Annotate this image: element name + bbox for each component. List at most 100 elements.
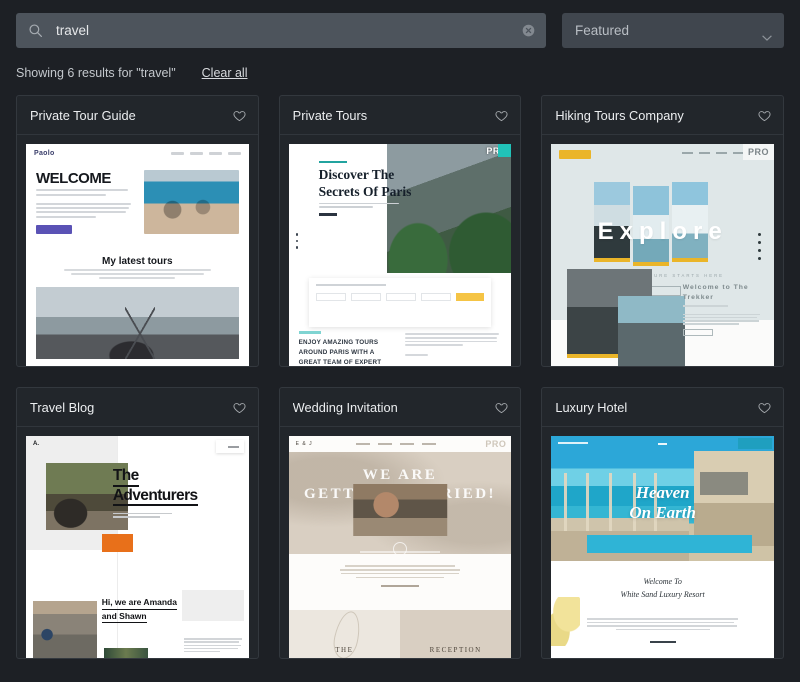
preview-paragraph	[682, 305, 763, 325]
card-thumbnail-area: PRO Explore YOUR ADVENTURE STARTS HERE W…	[542, 135, 783, 366]
template-card[interactable]: Private Tour Guide Paolo WELCOME My late…	[16, 95, 259, 367]
heart-outline-icon[interactable]	[233, 401, 246, 414]
preview-heading: Explore	[597, 217, 728, 245]
preview-heading-line1: Heaven	[635, 482, 690, 502]
preview-heading-line1: WE ARE	[362, 466, 438, 483]
card-title: Luxury Hotel	[555, 399, 628, 415]
preview-lower-right	[405, 331, 501, 366]
preview-section-heading: My latest tours	[102, 256, 173, 267]
preview-discover-button	[649, 641, 676, 644]
preview-logo: Paolo	[34, 150, 55, 157]
preview-footer-right: RECEPTION	[400, 609, 512, 658]
preview-menu-button	[215, 440, 244, 453]
preview-form-submit	[456, 292, 485, 301]
template-card[interactable]: Hiking Tours Company PRO Explore YOUR AD…	[541, 95, 784, 367]
pro-badge: PRO	[742, 144, 774, 160]
template-card[interactable]: Luxury Hotel PRO	[541, 387, 784, 659]
card-header: Hiking Tours Company	[542, 96, 783, 135]
search-field-wrapper[interactable]	[16, 13, 546, 48]
search-input[interactable]	[43, 23, 521, 38]
preview-signature	[381, 584, 419, 587]
template-card[interactable]: Private Tours PRO Discover The Secrets O…	[278, 95, 522, 367]
preview-hero: WELCOME	[26, 163, 249, 234]
preview-link	[318, 213, 337, 216]
card-title: Travel Blog	[30, 399, 95, 415]
template-preview: Paolo WELCOME My latest tours	[26, 144, 249, 366]
card-header: Luxury Hotel	[542, 388, 783, 427]
card-title: Private Tours	[292, 107, 368, 123]
preview-photo-2	[32, 601, 98, 658]
preview-photo-2	[618, 295, 685, 366]
preview-accent-square	[101, 534, 133, 552]
heart-outline-icon[interactable]	[495, 109, 508, 122]
preview-pool	[586, 534, 752, 554]
preview-heading: Discover The Secrets Of Paris	[318, 167, 412, 199]
template-card[interactable]: Wedding Invitation PRO E & J WE ARE GETT…	[278, 387, 522, 659]
preview-nav-links	[170, 152, 241, 155]
preview-welcome-block: Welcome to The Trekker	[682, 283, 763, 336]
heart-outline-icon[interactable]	[758, 109, 771, 122]
preview-search-form	[308, 277, 492, 327]
template-preview: PRO Discover The Secrets Of Paris ENJOY …	[288, 144, 512, 366]
preview-paragraph	[586, 616, 739, 631]
preview-lower-left: ENJOY AMAZING TOURS AROUND PARIS WITH A …	[298, 331, 395, 366]
pro-badge: PRO	[480, 436, 512, 452]
heart-outline-icon[interactable]	[495, 401, 508, 414]
preview-menu-icon	[658, 443, 668, 445]
card-thumbnail-area: Paolo WELCOME My latest tours	[17, 135, 258, 366]
heart-outline-icon[interactable]	[758, 401, 771, 414]
sort-selected-value: Featured	[575, 23, 630, 38]
preview-hero: WE ARE GETTING MARRIED!	[288, 451, 512, 557]
preview-hero-text: WELCOME	[36, 170, 136, 234]
preview-section-line1: Hi, we are Amanda	[101, 596, 177, 610]
preview-logo	[558, 442, 589, 444]
preview-nav-links	[682, 152, 744, 154]
preview-hero-image	[143, 170, 239, 234]
eiffel-tower-shape	[125, 306, 156, 359]
preview-feature-image	[36, 286, 239, 359]
card-title: Hiking Tours Company	[555, 107, 684, 123]
card-thumbnail-area: PRO Heaven On Earth	[542, 427, 783, 658]
template-browser-page: Featured Showing 6 results for "travel" …	[0, 0, 800, 682]
preview-heading-line2: Adventurers	[112, 487, 198, 506]
template-preview: PRO Explore YOUR ADVENTURE STARTS HERE W…	[551, 144, 774, 366]
template-preview: PRO Heaven On Earth	[551, 436, 774, 658]
results-summary-bar: Showing 6 results for "travel" Clear all	[0, 48, 800, 80]
template-preview: A. The Adventurers Hi, we are Amanda and…	[26, 436, 249, 658]
template-card[interactable]: Travel Blog A. The Adventurers Hi, we ar…	[16, 387, 259, 659]
results-count-label: Showing 6 results for "travel"	[16, 66, 176, 80]
preview-heading-line1: The	[112, 467, 139, 487]
preview-section-heading: ENJOY AMAZING TOURS AROUND PARIS WITH A …	[298, 339, 382, 366]
pro-corner-marker	[498, 144, 512, 157]
heart-outline-icon[interactable]	[233, 109, 246, 122]
preview-paragraph	[36, 189, 136, 218]
card-thumbnail-area: PRO E & J WE ARE GETTING MARRIED! THE RE…	[280, 427, 521, 658]
preview-kicker	[318, 161, 347, 163]
clear-all-link[interactable]: Clear all	[202, 66, 248, 80]
preview-hero-text: Discover The Secrets Of Paris	[289, 144, 427, 216]
preview-read-more-button	[682, 328, 713, 336]
preview-gray-box	[181, 589, 245, 622]
card-header: Wedding Invitation	[279, 388, 521, 427]
card-header: Travel Blog	[17, 388, 258, 427]
preview-cta-button	[36, 224, 72, 234]
preview-logo: A.	[33, 441, 39, 447]
sort-dropdown[interactable]: Featured	[562, 13, 784, 48]
chevron-down-icon	[762, 28, 772, 41]
template-results-grid: Private Tour Guide Paolo WELCOME My late…	[0, 80, 800, 659]
preview-heading: The Adventurers	[112, 467, 242, 506]
preview-heading: Heaven On Earth	[551, 483, 774, 523]
preview-form-fields	[315, 292, 485, 301]
preview-navbar: Paolo	[26, 144, 249, 163]
preview-section-line2: and Shawn	[101, 610, 147, 624]
card-header: Private Tour Guide	[17, 96, 258, 135]
preview-section-heading: Hi, we are Amanda and Shawn	[101, 596, 191, 624]
card-thumbnail-area: PRO Discover The Secrets Of Paris ENJOY …	[280, 135, 521, 366]
preview-nav-links	[356, 442, 437, 445]
search-icon	[28, 23, 43, 38]
card-title: Private Tour Guide	[30, 107, 136, 123]
clear-search-icon[interactable]	[521, 23, 536, 38]
preview-portrait-photo	[353, 484, 447, 536]
card-title: Wedding Invitation	[292, 399, 398, 415]
preview-book-button	[738, 438, 772, 449]
